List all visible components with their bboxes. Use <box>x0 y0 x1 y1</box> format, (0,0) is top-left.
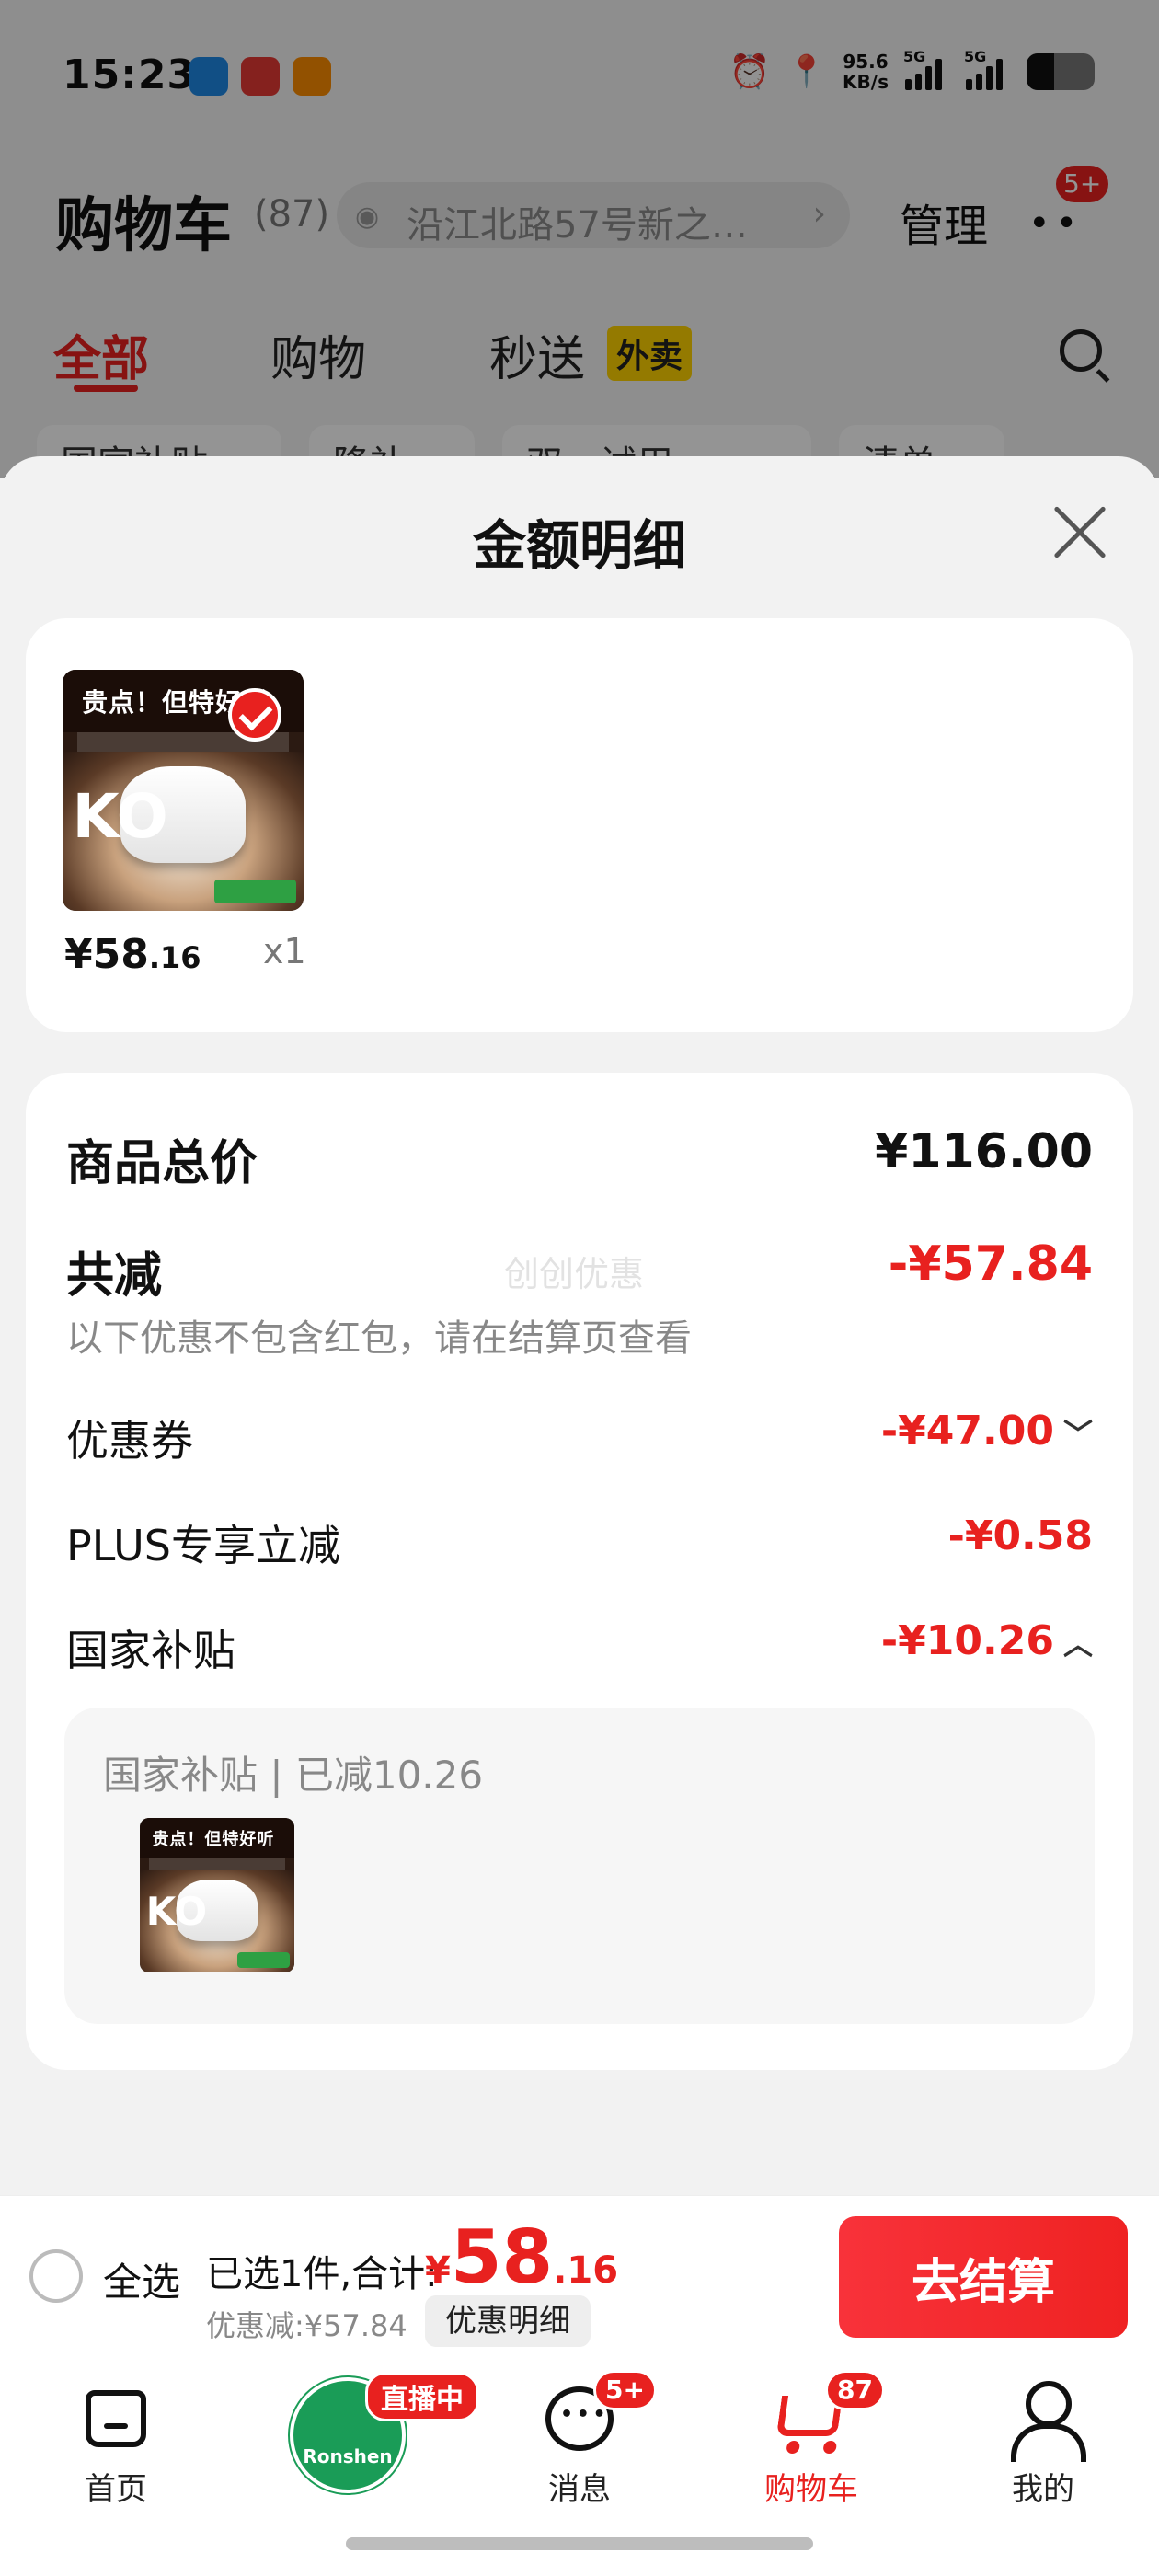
coupon-value: -¥47.00 ﹀ <box>880 1408 1093 1455</box>
national-subsidy-label: 国家补贴 <box>66 1626 235 1675</box>
checkout-bar: 全选 已选1件,合计: ¥58.16 优惠减:¥57.84 优惠明细 去结算 <box>0 2195 1159 2359</box>
subsidy-product-image: 贵点！但特好听 KO <box>140 1818 294 1972</box>
discount-note: 以下优惠不包含红包，请在结算页查看 <box>66 1317 692 1360</box>
product-brand-text: KO <box>72 780 168 852</box>
total-price-label: 商品总价 <box>66 1136 258 1191</box>
selected-check-icon <box>228 688 281 742</box>
plus-discount-label: PLUS专享立减 <box>66 1521 340 1570</box>
total-discount-value: -¥57.84 <box>888 1236 1093 1292</box>
modal-overlay[interactable] <box>0 0 1159 478</box>
price-summary-card: 商品总价 ¥116.00 共减 -¥57.84 创创优惠 以下优惠不包含红包，请… <box>26 1073 1133 2070</box>
select-all-label[interactable]: 全选 <box>103 2251 180 2307</box>
user-icon <box>1011 2381 1086 2462</box>
product-card: 贵点！但特好听 KO ¥58.16 x1 <box>26 618 1133 1032</box>
cart-badge: 87 <box>825 2370 885 2410</box>
national-subsidy-value: -¥10.26 ︿ <box>880 1617 1093 1664</box>
plus-discount-value: -¥0.58 <box>947 1512 1093 1559</box>
chevron-down-icon: ﹀ <box>1062 1417 1093 1452</box>
plus-discount-row: PLUS专享立减 -¥0.58 <box>66 1512 1093 1571</box>
checkout-button[interactable]: 去结算 <box>839 2216 1128 2338</box>
subsidy-detail-box: 国家补贴 | 已减10.26 贵点！但特好听 KO <box>64 1708 1095 2024</box>
checkout-discount: 优惠减:¥57.84 <box>206 2308 407 2343</box>
watermark: 创创优惠 <box>504 1254 645 1294</box>
selected-count-text: 已选1件,合计: <box>206 2253 438 2295</box>
discount-detail-button[interactable]: 优惠明细 <box>425 2295 591 2347</box>
national-subsidy-row[interactable]: 国家补贴 -¥10.26 ︿ <box>66 1617 1093 1676</box>
product-quantity: x1 <box>263 931 306 972</box>
chevron-up-icon: ︿ <box>1062 1627 1093 1662</box>
total-price-value: ¥116.00 <box>875 1124 1093 1179</box>
nav-live-stream[interactable]: Ronshen 直播中 <box>256 2372 479 2493</box>
coupon-label: 优惠券 <box>66 1416 193 1466</box>
subsidy-detail-text: 国家补贴 | 已减10.26 <box>103 1753 484 1798</box>
nav-home[interactable]: 首页 <box>24 2377 208 2509</box>
nav-cart[interactable]: 87 购物车 <box>719 2370 903 2509</box>
home-icon <box>86 2390 146 2447</box>
nav-profile[interactable]: 我的 <box>951 2377 1135 2509</box>
total-discount-label: 共减 <box>66 1248 163 1304</box>
sheet-title: 金额明细 <box>472 514 686 577</box>
nav-messages[interactable]: 5+ 消息 <box>488 2370 671 2509</box>
checkout-total: ¥58.16 <box>425 2214 619 2300</box>
total-price-row: 商品总价 ¥116.00 <box>66 1124 1093 1191</box>
home-indicator[interactable] <box>346 2537 813 2550</box>
product-price: ¥58.16 <box>64 931 201 978</box>
message-badge: 5+ <box>593 2370 657 2410</box>
coupon-row[interactable]: 优惠券 -¥47.00 ﹀ <box>66 1408 1093 1466</box>
select-all-radio[interactable] <box>29 2249 83 2303</box>
live-tag: 直播中 <box>365 2372 479 2421</box>
close-icon[interactable] <box>1050 504 1107 561</box>
